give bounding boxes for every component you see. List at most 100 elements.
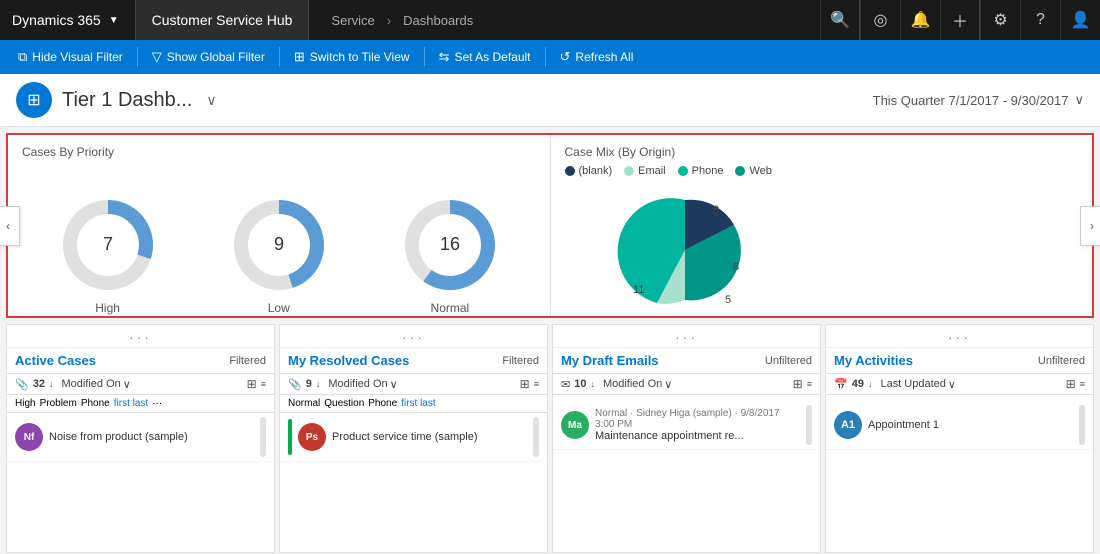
resolved-cases-title: My Resolved Cases [288, 353, 409, 368]
svg-text:5: 5 [725, 294, 731, 306]
svg-text:9: 9 [274, 234, 284, 254]
active-cases-count: 32 [33, 378, 45, 390]
legend-email: Email [624, 165, 666, 177]
svg-text:8: 8 [713, 204, 719, 216]
resolved-cases-count: 9 [306, 378, 312, 390]
resolved-cases-panel: ··· My Resolved Cases Filtered 📎 9 ↓ Mod… [279, 324, 548, 553]
my-activities-row-1[interactable]: A1 Appointment 1 [826, 401, 1093, 450]
draft-emails-filter: Unfiltered [765, 355, 812, 367]
count-arrow[interactable]: ↓ [49, 379, 54, 389]
grid-icon-4[interactable]: ⊞ [1066, 377, 1076, 391]
draft-emails-count: 10 [574, 378, 586, 390]
tag-high: High [15, 398, 36, 409]
scroll-toggle-4[interactable]: ≡ [1080, 379, 1085, 389]
nav-icon-group: 🔍 ◎ 🔔 ＋ ⚙ ? 👤 [820, 0, 1100, 40]
set-default-button[interactable]: ⇆ Set As Default [429, 45, 541, 69]
donut-normal-svg: 16 [400, 195, 500, 295]
sort-field[interactable]: Modified On ∨ [61, 378, 242, 391]
row-text-3: Normal · Sidney Higa (sample) · 9/8/2017… [595, 408, 800, 442]
user-icon[interactable]: 👤 [1060, 0, 1100, 40]
resolved-cases-tags: Normal Question Phone first last [280, 395, 547, 413]
filter-icon: ⧉ [18, 49, 27, 65]
dynamics-label: Dynamics 365 [12, 12, 101, 28]
grid-icon-2[interactable]: ⊞ [520, 377, 530, 391]
scroll-bar[interactable] [260, 417, 266, 457]
tag-name-2[interactable]: first last [401, 398, 435, 409]
draft-emails-title: My Draft Emails [561, 353, 659, 368]
row-sub-3: Normal · Sidney Higa (sample) · 9/8/2017… [595, 408, 800, 430]
switch-view-button[interactable]: ⊞ Switch to Tile View [284, 45, 420, 69]
my-activities-count: 49 [852, 378, 864, 390]
count-arrow-3[interactable]: ↓ [590, 379, 595, 389]
legend-blank: (blank) [565, 165, 613, 177]
scroll-toggle-2[interactable]: ≡ [534, 379, 539, 389]
tile-icon: ⊞ [294, 49, 305, 65]
row-text-2: Product service time (sample) [332, 431, 527, 443]
grid-icon[interactable]: ⊞ [247, 377, 257, 391]
avatar-ma: Ma [561, 411, 589, 439]
sort-field-4[interactable]: Last Updated ∨ [880, 378, 1061, 391]
resolved-cases-row-1[interactable]: Ps Product service time (sample) [280, 413, 547, 462]
active-cases-row-1[interactable]: Nf Noise from product (sample) [7, 413, 274, 462]
tag-problem: Problem [40, 398, 77, 409]
divider-4 [545, 47, 546, 67]
help-icon[interactable]: ? [1020, 0, 1060, 40]
add-icon[interactable]: ＋ [940, 0, 980, 40]
sort-chevron-4: ∨ [948, 378, 956, 391]
row-text-4: Appointment 1 [868, 419, 1073, 431]
sort-field-3[interactable]: Modified On ∨ [603, 378, 789, 391]
default-icon: ⇆ [439, 49, 450, 65]
resolved-cases-filter: Filtered [502, 355, 539, 367]
scroll-bar-3[interactable] [806, 405, 812, 445]
sort-field-2[interactable]: Modified On ∨ [328, 378, 515, 391]
tag-phone-2: Phone [368, 398, 397, 409]
donut-high-svg: 7 [58, 195, 158, 295]
svg-text:7: 7 [103, 234, 113, 254]
legend-dot-email [624, 166, 634, 176]
paperclip-icon-2: 📎 [288, 378, 302, 391]
row-title-1: Noise from product (sample) [49, 431, 254, 443]
count-arrow-2[interactable]: ↓ [316, 379, 321, 389]
date-chevron[interactable]: ∨ [1074, 92, 1084, 108]
breadcrumb: Service › Dashboards [309, 13, 820, 28]
my-activities-dots: ··· [826, 325, 1093, 348]
cases-by-priority-chart: Cases By Priority 7 High 9 Low [8, 135, 550, 316]
settings-icon[interactable]: ⚙ [980, 0, 1020, 40]
dashboard-dropdown-chevron[interactable]: ∨ [206, 92, 216, 109]
resolved-cases-dots: ··· [280, 325, 547, 348]
dashboard-header: ⊞ Tier 1 Dashb... ∨ This Quarter 7/1/201… [0, 74, 1100, 127]
avatar-nf: Nf [15, 423, 43, 451]
paperclip-icon: 📎 [15, 378, 29, 391]
notification-icon[interactable]: 🔔 [900, 0, 940, 40]
chart-nav-left[interactable]: ‹ [0, 206, 20, 246]
cases-by-priority-title: Cases By Priority [22, 145, 536, 159]
date-range: This Quarter 7/1/2017 - 9/30/2017 ∨ [873, 92, 1084, 108]
tag-normal: Normal [288, 398, 320, 409]
show-global-filter-button[interactable]: ▽ Show Global Filter [142, 45, 275, 69]
scroll-toggle-3[interactable]: ≡ [807, 379, 812, 389]
scroll-bar-2[interactable] [533, 417, 539, 457]
refresh-all-button[interactable]: ↺ Refresh All [550, 45, 644, 69]
scroll-bar-4[interactable] [1079, 405, 1085, 445]
compass-icon[interactable]: ◎ [860, 0, 900, 40]
tag-name[interactable]: first last [114, 398, 148, 409]
draft-emails-controls: ✉ 10 ↓ Modified On ∨ ⊞ ≡ [553, 374, 820, 395]
dashboard-icon: ⊞ [16, 82, 52, 118]
grid-icon-3[interactable]: ⊞ [793, 377, 803, 391]
dashboard-title: Tier 1 Dashb... [62, 89, 192, 112]
search-icon[interactable]: 🔍 [820, 0, 860, 40]
divider-1 [137, 47, 138, 67]
tag-more[interactable]: ··· [152, 398, 162, 409]
draft-emails-row-1[interactable]: Ma Normal · Sidney Higa (sample) · 9/8/2… [553, 401, 820, 450]
case-mix-legend: (blank) Email Phone Web [565, 165, 1079, 177]
active-cases-dots: ··· [7, 325, 274, 348]
row-title-4: Appointment 1 [868, 419, 1073, 431]
scroll-toggle[interactable]: ≡ [261, 379, 266, 389]
action-toolbar: ⧉ Hide Visual Filter ▽ Show Global Filte… [0, 40, 1100, 74]
hide-visual-filter-button[interactable]: ⧉ Hide Visual Filter [8, 45, 133, 69]
dynamics-menu[interactable]: Dynamics 365 ▼ [0, 0, 136, 40]
resolved-cases-controls: 📎 9 ↓ Modified On ∨ ⊞ ≡ [280, 374, 547, 395]
row-title-3: Maintenance appointment re... [595, 430, 800, 442]
chart-nav-right[interactable]: › [1080, 206, 1100, 246]
count-arrow-4[interactable]: ↓ [868, 379, 873, 389]
